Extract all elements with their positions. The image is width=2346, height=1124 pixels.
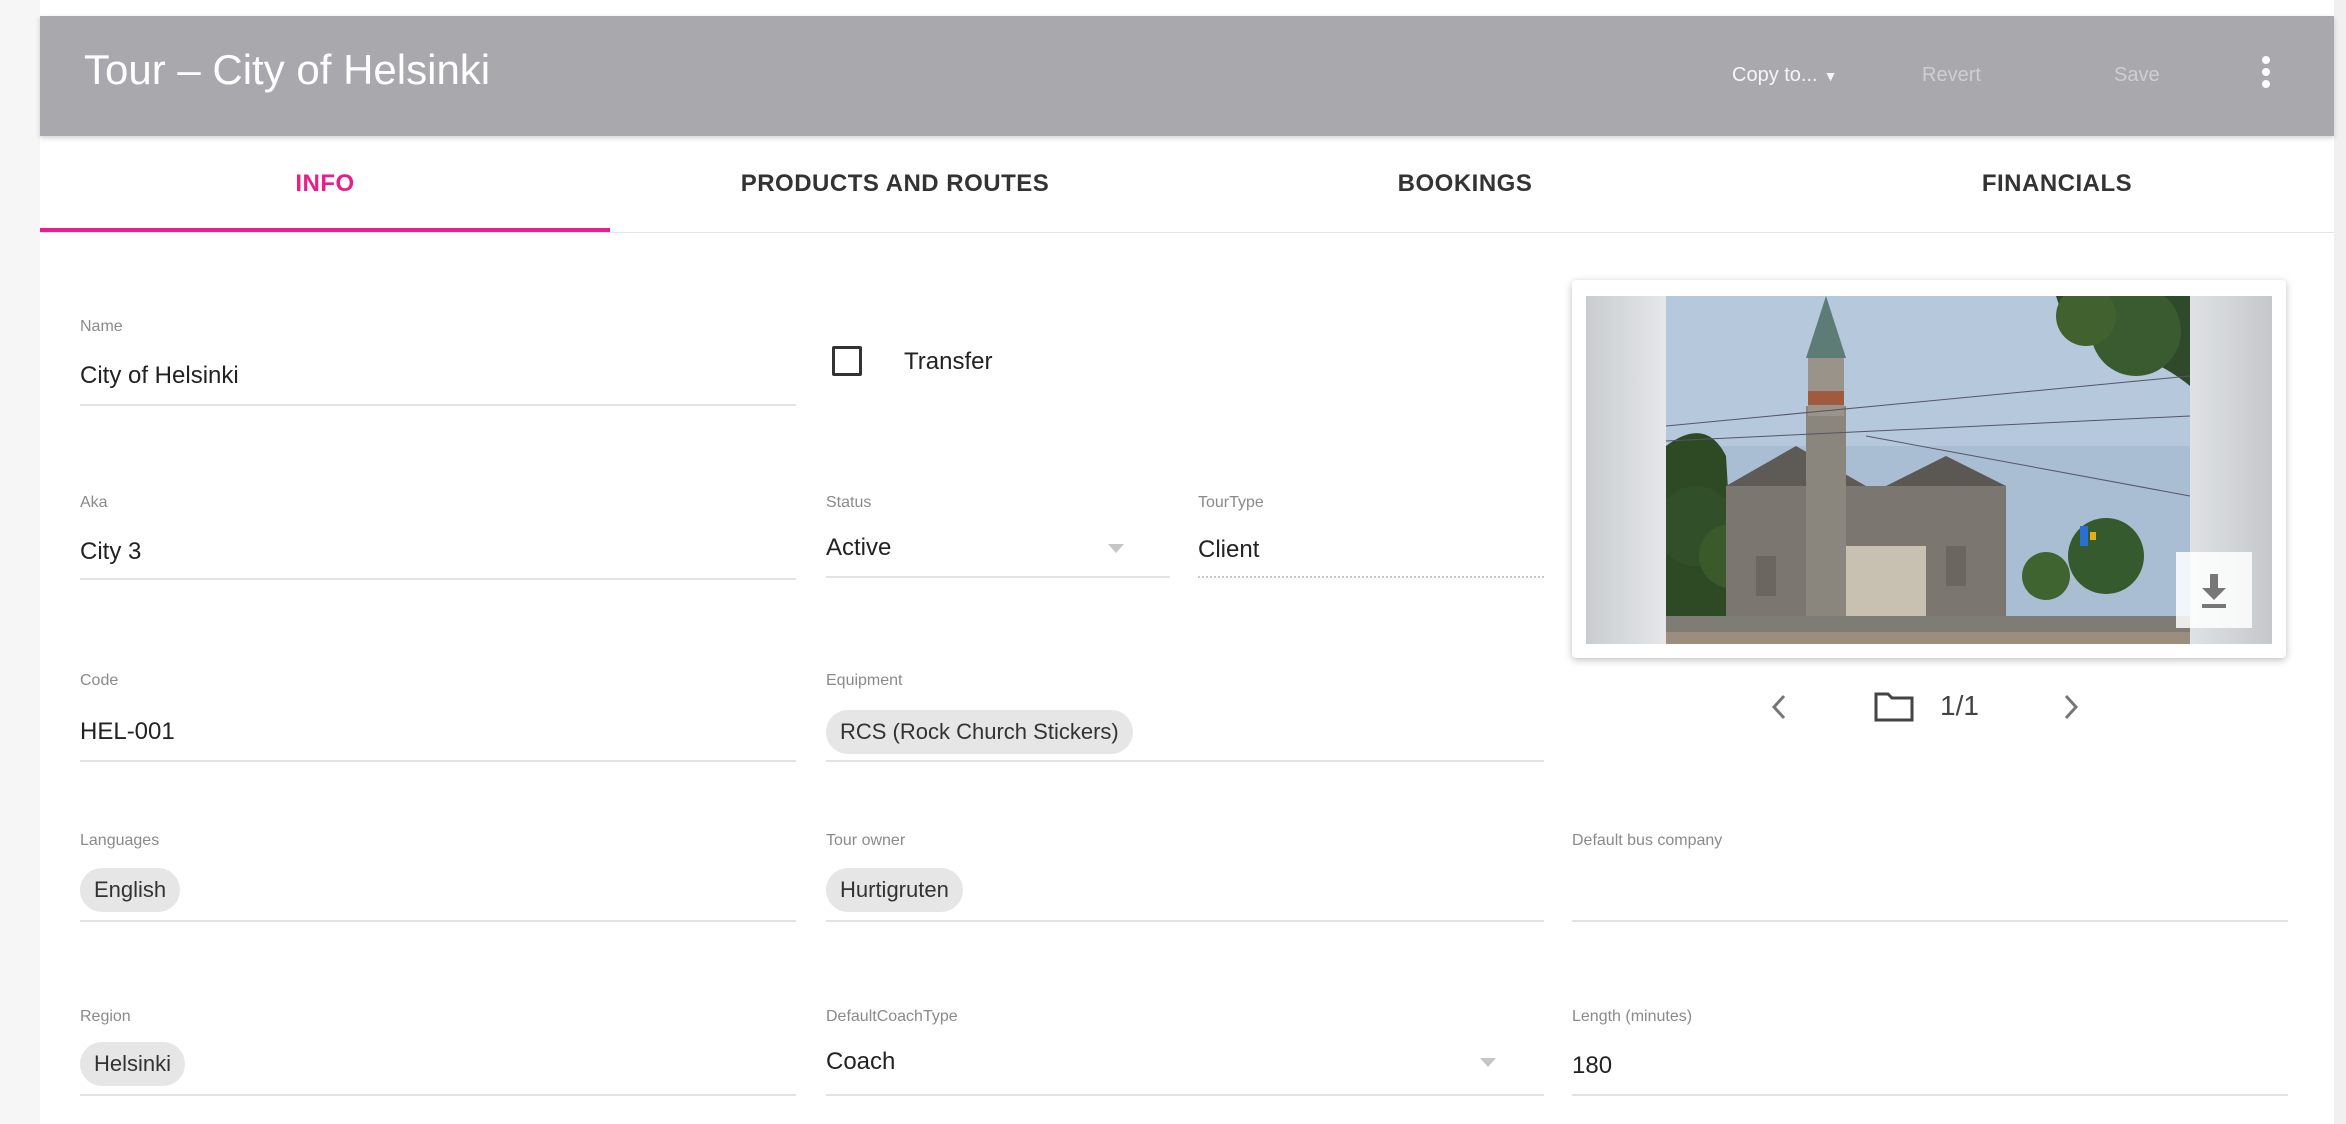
revert-button[interactable]: Revert: [1922, 64, 1981, 87]
tour-type-field: TourType Client: [1198, 494, 1544, 584]
tab-bar: INFO PRODUCTS AND ROUTES BOOKINGS FINANC…: [40, 136, 2334, 233]
chevron-right-icon[interactable]: [2050, 680, 2090, 734]
length-underline: [1572, 1094, 2288, 1096]
tour-owner-label: Tour owner: [826, 832, 906, 849]
name-underline: [80, 404, 796, 406]
right-scrollbar-track: [2334, 0, 2346, 1124]
app-bar: Tour – City of Helsinki Copy to... ▼ Reve…: [40, 16, 2334, 136]
tour-owner-underline: [826, 920, 1544, 922]
status-underline: [826, 576, 1170, 578]
code-label: Code: [80, 672, 119, 689]
region-field[interactable]: Region Helsinki: [80, 1008, 796, 1098]
chevron-down-icon: [1108, 544, 1124, 553]
default-bus-company-field[interactable]: Default bus company: [1572, 832, 2288, 924]
equipment-underline: [826, 760, 1544, 762]
active-tab-indicator: [40, 228, 610, 232]
name-field[interactable]: Name City of Helsinki: [80, 318, 796, 408]
status-value[interactable]: Active: [826, 534, 891, 562]
transfer-label: Transfer: [904, 348, 993, 375]
transfer-checkbox[interactable]: [832, 346, 862, 376]
code-underline: [80, 760, 796, 762]
code-value[interactable]: HEL-001: [80, 718, 175, 746]
left-margin: [0, 0, 40, 1124]
tab-financials[interactable]: FINANCIALS: [1780, 136, 2334, 232]
tour-type-underline: [1198, 576, 1544, 578]
languages-label: Languages: [80, 832, 160, 849]
tour-owner-chip[interactable]: Hurtigruten: [826, 868, 963, 912]
default-bus-company-label: Default bus company: [1572, 832, 1723, 849]
name-value[interactable]: City of Helsinki: [80, 362, 239, 390]
gallery-counter: 1/1: [1940, 690, 1979, 721]
tab-info[interactable]: INFO: [40, 136, 610, 232]
languages-underline: [80, 920, 796, 922]
image-gallery-card: [1572, 280, 2286, 658]
aka-underline: [80, 578, 796, 580]
status-select[interactable]: Status Active: [826, 494, 1170, 584]
tour-type-value: Client: [1198, 536, 1260, 563]
equipment-field[interactable]: Equipment RCS (Rock Church Stickers): [826, 672, 1544, 764]
name-label: Name: [80, 318, 123, 335]
aka-value[interactable]: City 3: [80, 538, 141, 566]
equipment-label: Equipment: [826, 672, 903, 689]
caret-down-icon: ▼: [1823, 68, 1838, 84]
default-coach-type-value[interactable]: Coach: [826, 1048, 895, 1076]
equipment-chip[interactable]: RCS (Rock Church Stickers): [826, 710, 1133, 754]
code-field[interactable]: Code HEL-001: [80, 672, 796, 764]
default-coach-type-select[interactable]: DefaultCoachType Coach: [826, 1008, 1544, 1098]
folder-icon[interactable]: [1872, 686, 1916, 726]
page-title: Tour – City of Helsinki: [84, 46, 491, 93]
region-label: Region: [80, 1008, 131, 1025]
region-underline: [80, 1094, 796, 1096]
length-value[interactable]: 180: [1572, 1052, 1612, 1080]
tour-photo[interactable]: [1666, 296, 2190, 644]
more-vert-icon[interactable]: [2256, 52, 2276, 100]
default-coach-type-label: DefaultCoachType: [826, 1008, 958, 1025]
copy-to-button[interactable]: Copy to... ▼: [1732, 64, 1837, 87]
tab-bookings[interactable]: BOOKINGS: [1180, 136, 1750, 232]
language-chip[interactable]: English: [80, 868, 181, 912]
copy-to-label: Copy to...: [1732, 64, 1818, 86]
chevron-down-icon: [1480, 1058, 1496, 1067]
status-label: Status: [826, 494, 872, 511]
aka-label: Aka: [80, 494, 108, 511]
tour-type-label: TourType: [1198, 494, 1264, 511]
top-margin: [0, 0, 2346, 16]
aka-field[interactable]: Aka City 3: [80, 494, 796, 584]
tab-products-and-routes[interactable]: PRODUCTS AND ROUTES: [610, 136, 1180, 232]
download-icon[interactable]: [2176, 552, 2252, 628]
default-coach-type-underline: [826, 1094, 1544, 1096]
region-chip[interactable]: Helsinki: [80, 1042, 186, 1086]
chevron-left-icon[interactable]: [1760, 680, 1800, 734]
length-label: Length (minutes): [1572, 1008, 1693, 1025]
default-bus-company-underline: [1572, 920, 2288, 922]
length-field[interactable]: Length (minutes) 180: [1572, 1008, 2288, 1098]
tour-owner-field[interactable]: Tour owner Hurtigruten: [826, 832, 1544, 924]
gallery-navigation: 1/1: [1760, 680, 2100, 734]
languages-field[interactable]: Languages English: [80, 832, 796, 924]
save-button[interactable]: Save: [2114, 64, 2160, 87]
